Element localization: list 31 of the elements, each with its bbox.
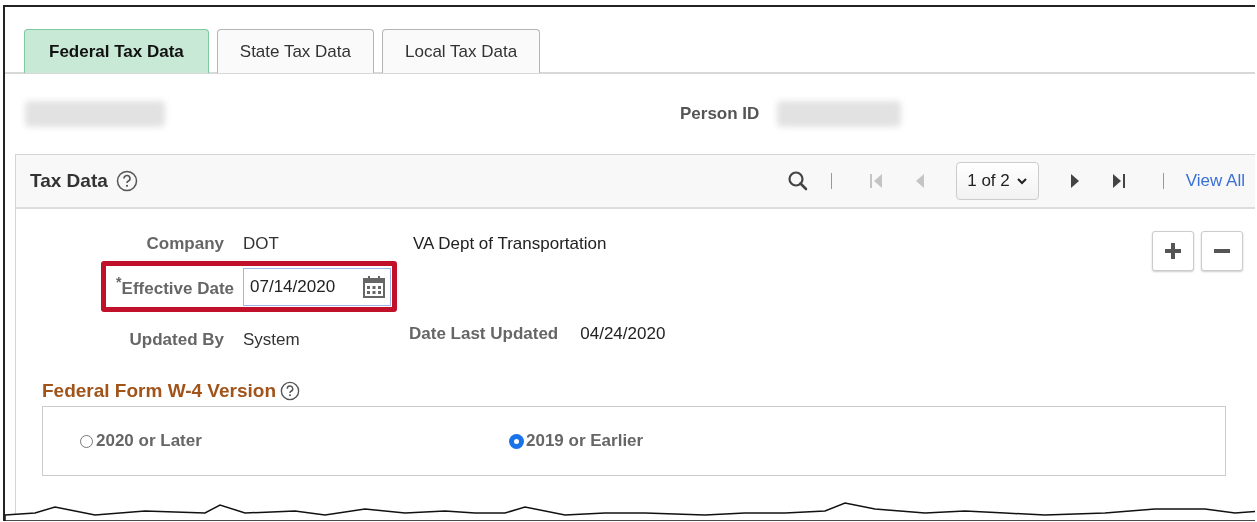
next-icon[interactable] (1110, 172, 1127, 190)
minus-icon (1214, 249, 1230, 253)
view-all-link[interactable]: View All (1185, 171, 1245, 191)
calendar-icon[interactable] (362, 274, 386, 299)
add-button[interactable] (1152, 231, 1194, 271)
remove-button[interactable] (1201, 231, 1243, 271)
field-value: DOT (243, 234, 280, 254)
help-icon[interactable] (280, 381, 300, 401)
field-label: Updated By (128, 330, 224, 350)
radio-option[interactable]: 2019 or Earlier (510, 431, 644, 451)
field-label: $^{*}$Effective Date (115, 274, 234, 299)
tab[interactable]: Local Tax Data (382, 29, 541, 73)
plus-icon (1163, 241, 1183, 261)
panel-title: Tax Data (30, 170, 108, 192)
page-dropdown[interactable]: 1 of 2 (956, 162, 1039, 200)
radio-option[interactable]: 2020 or Later (80, 431, 510, 451)
field-value: 04/24/2020 (580, 324, 666, 344)
search-icon[interactable] (787, 170, 810, 192)
field-label: Date Last Updated (409, 324, 559, 344)
person-id-label: Person ID (680, 104, 760, 124)
radio-button[interactable] (80, 434, 93, 448)
chevron-down-icon (1015, 176, 1028, 186)
tab[interactable]: Federal Tax Data (24, 29, 209, 73)
date-field[interactable]: 07/14/2020 (243, 267, 391, 306)
help-icon[interactable] (115, 170, 138, 192)
radio-button[interactable] (510, 434, 523, 448)
field-label: Company (145, 234, 224, 254)
field-value: VA Dept of Transportation (413, 234, 607, 254)
field-value: System (243, 330, 301, 350)
tab[interactable]: State Tax Data (216, 29, 374, 73)
section-title: Federal Form W-4 Version (42, 380, 276, 402)
